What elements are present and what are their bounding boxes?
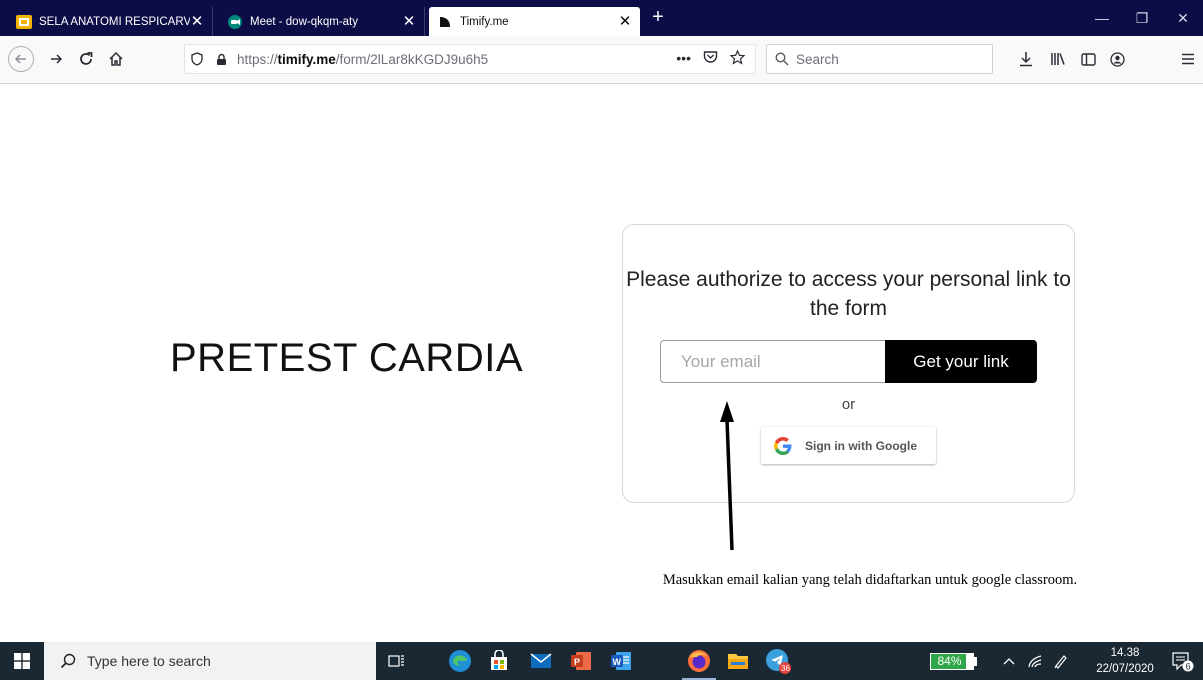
new-tab-button[interactable]: + [647,7,669,29]
download-icon [1020,52,1032,67]
back-button[interactable] [8,46,34,72]
telegram-badge: 36 [781,664,790,673]
tab-title: Meet - dow-qkqm-aty [250,15,359,28]
mail-icon[interactable] [528,648,554,674]
address-bar[interactable]: https://timify.me/form/2lLar8kKGDJ9u6h5 … [184,44,756,74]
reload-button[interactable] [72,46,100,72]
tab-timify[interactable]: Timify.me ✕ [429,7,640,36]
url-path: /form/2lLar8kKGDJ9u6h5 [335,51,489,67]
sidebar-button[interactable] [1074,46,1102,72]
battery-nub [974,657,977,666]
tab-title: SELA ANATOMI RESPICARVAS I [39,15,190,28]
notification-count: 6 [1186,661,1191,671]
notification-icon: 6 [1172,652,1194,672]
lock-icon[interactable] [209,53,233,66]
search-icon [60,653,76,669]
library-button[interactable] [1044,46,1072,72]
chevron-up-icon[interactable] [996,648,1022,674]
clock-time: 14.38 [1110,647,1140,659]
forward-button[interactable] [42,46,70,72]
firefox-icon[interactable] [686,648,712,674]
task-view-icon[interactable] [384,648,410,674]
bookmark-star-icon[interactable] [729,49,746,68]
svg-text:W: W [613,657,622,667]
close-window-button[interactable]: ✕ [1163,8,1203,28]
reload-icon [80,52,93,65]
close-icon[interactable]: ✕ [402,14,416,29]
downloads-button[interactable] [1012,46,1040,72]
svg-text:P: P [574,657,580,667]
meet-icon [227,14,243,30]
card-heading: Please authorize to access your personal… [626,268,1071,320]
email-input[interactable] [660,340,886,383]
menu-button[interactable] [1174,46,1202,72]
close-icon[interactable]: ✕ [190,14,204,29]
pocket-icon[interactable] [703,50,718,68]
close-icon[interactable]: ✕ [618,14,632,29]
word-icon[interactable]: W [608,648,634,674]
windows-taskbar: Type here to search P W 36 84% 14.38 22/… [0,642,1203,680]
account-button[interactable] [1103,46,1131,72]
annotation-text: Masukkan email kalian yang telah didafta… [662,572,1078,588]
tab-title: Timify.me [460,15,509,28]
edge-icon[interactable] [447,648,473,674]
tab-sela-anatomi[interactable]: SELA ANATOMI RESPICARVAS I ✕ [8,7,213,36]
store-icon[interactable] [486,648,512,674]
presentation-icon [16,14,32,30]
system-clock[interactable]: 14.38 22/07/2020 [1090,645,1160,677]
url-text: https://timify.me/form/2lLar8kKGDJ9u6h5 [237,52,488,67]
get-link-button[interactable]: Get your link [885,340,1037,383]
google-icon [761,436,805,455]
powerpoint-icon[interactable]: P [568,648,594,674]
arrow-left-icon [14,54,26,64]
home-icon [109,51,123,66]
taskbar-search[interactable]: Type here to search [44,642,376,680]
windows-logo-icon [14,653,30,669]
hamburger-menu-icon [1182,53,1194,65]
restore-button[interactable]: ❐ [1122,8,1162,28]
address-bar-actions: ••• [676,49,746,68]
form-title: PRETEST CARDIA [170,336,523,380]
home-button[interactable] [102,46,130,72]
arrow-right-icon [51,54,63,64]
telegram-icon[interactable]: 36 [765,648,791,674]
library-icon [1051,53,1065,65]
taskbar-search-placeholder: Type here to search [87,653,211,669]
or-separator: or [841,396,856,413]
start-button[interactable] [0,642,44,680]
url-protocol: https:// [237,51,278,67]
google-sign-in-label: Sign in with Google [805,438,917,453]
page-content: PRETEST CARDIA Please authorize to acces… [0,84,1203,642]
account-icon [1109,51,1125,67]
battery-indicator[interactable]: 84% [930,653,974,670]
search-placeholder: Search [796,51,839,67]
authorize-card: Please authorize to access your personal… [622,224,1075,503]
battery-percent: 84% [937,654,962,668]
url-host: timify.me [277,51,336,67]
google-sign-in-button[interactable]: Sign in with Google [761,427,936,464]
notification-center-button[interactable]: 6 [1172,652,1194,677]
file-explorer-icon[interactable] [725,648,751,674]
minimize-button[interactable]: — [1082,8,1122,28]
browser-tab-strip: SELA ANATOMI RESPICARVAS I ✕ Meet - dow-… [0,0,1203,36]
navigation-toolbar: https://timify.me/form/2lLar8kKGDJ9u6h5 … [0,36,1203,84]
clock-date: 22/07/2020 [1096,663,1154,675]
more-actions-icon[interactable]: ••• [676,50,691,68]
search-icon [775,52,789,66]
timify-icon [437,14,453,30]
shield-icon[interactable] [185,52,209,66]
wifi-icon[interactable] [1022,648,1048,674]
search-box[interactable]: Search [766,44,993,74]
sidebar-icon [1080,52,1096,66]
tab-meet[interactable]: Meet - dow-qkqm-aty ✕ [219,7,425,36]
pen-icon[interactable] [1048,648,1074,674]
